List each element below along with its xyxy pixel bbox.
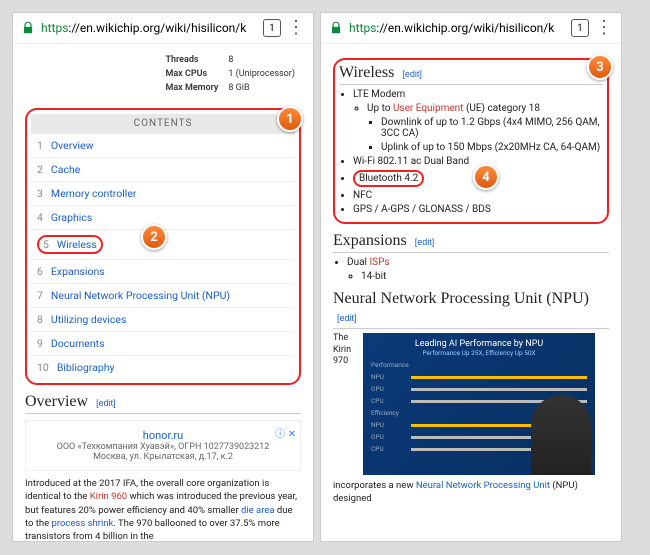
toc-item-overview[interactable]: 1Overview <box>31 133 295 157</box>
toc-header: CONTENTS <box>31 114 295 133</box>
edit-link[interactable]: [edit] <box>96 398 116 408</box>
badge-4: 4 <box>473 164 499 190</box>
infobox: Threads8 Max CPUs1 (Uniprocessor) Max Me… <box>159 52 301 96</box>
toc-item-documents[interactable]: 9Documents <box>31 331 295 355</box>
toc-item-graphics[interactable]: 4Graphics <box>31 205 295 229</box>
ue-link[interactable]: User Equipment <box>393 103 464 114</box>
toc-item-npu[interactable]: 7Neural Network Processing Unit (NPU) <box>31 283 295 307</box>
toc-item-wireless[interactable]: 5Wireless 2 <box>31 229 295 259</box>
wireless-lte: LTE Modem Up to User Equipment (UE) cate… <box>353 89 603 153</box>
die-link[interactable]: die area <box>241 505 275 516</box>
badge-3: 3 <box>587 54 613 80</box>
wireless-nfc: NFC <box>353 190 603 201</box>
isp-link[interactable]: ISPs <box>369 257 389 268</box>
section-overview: Overview [edit] <box>25 393 301 414</box>
lock-icon <box>21 21 35 35</box>
wireless-list: LTE Modem Up to User Equipment (UE) cate… <box>353 89 603 215</box>
phone-left: https://en.wikichip.org/wiki/hisilicon/k… <box>12 12 314 542</box>
address-bar[interactable]: https://en.wikichip.org/wiki/hisilicon/k… <box>321 13 621 44</box>
url-text: https://en.wikichip.org/wiki/hisilicon/k <box>349 21 565 35</box>
tab-count[interactable]: 1 <box>571 19 589 37</box>
kirin-link[interactable]: Kirin 960 <box>90 491 127 502</box>
toc-item-biblio[interactable]: 10Bibliography <box>31 355 295 379</box>
npu-intro: TheKirin970 <box>333 333 351 475</box>
phone-right: https://en.wikichip.org/wiki/hisilicon/k… <box>320 12 622 542</box>
section-npu: Neural Network Processing Unit (NPU) [ed… <box>333 290 609 329</box>
npu-slide[interactable]: Leading AI Performance by NPU Performanc… <box>363 333 595 475</box>
wireless-gps: GPS / A-GPS / GLONASS / BDS <box>353 204 603 215</box>
wireless-bt: Bluetooth 4.2 4 <box>353 170 603 187</box>
tab-count[interactable]: 1 <box>263 19 281 37</box>
url-text: https://en.wikichip.org/wiki/hisilicon/k <box>41 21 257 35</box>
npu-link[interactable]: Neural Network Processing Unit <box>416 480 550 491</box>
toc-item-devices[interactable]: 8Utilizing devices <box>31 307 295 331</box>
adchoices-icon[interactable]: ⓘ ✕ <box>275 425 296 440</box>
edit-link[interactable]: [edit] <box>402 69 422 79</box>
section-wireless: Wireless [edit] <box>339 64 603 85</box>
npu-paragraph: incorporates a new Neural Network Proces… <box>333 479 609 506</box>
toc-item-expansions[interactable]: 6Expansions <box>31 259 295 283</box>
lock-icon <box>329 21 343 35</box>
highlight-wireless: 3 Wireless [edit] LTE Modem Up to User E… <box>333 58 609 224</box>
toc-item-memory[interactable]: 3Memory controller <box>31 181 295 205</box>
edit-link[interactable]: [edit] <box>337 313 357 323</box>
edit-link[interactable]: [edit] <box>415 237 435 247</box>
shrink-link[interactable]: process shrink <box>52 518 114 529</box>
page-content-left: Threads8 Max CPUs1 (Uniprocessor) Max Me… <box>13 44 313 541</box>
highlight-toc: 1 CONTENTS 1Overview 2Cache 3Memory cont… <box>25 108 301 385</box>
address-bar[interactable]: https://en.wikichip.org/wiki/hisilicon/k… <box>13 13 313 44</box>
presenter-figure <box>531 395 591 475</box>
overview-paragraph: Introduced at the 2017 IFA, the overall … <box>25 477 301 541</box>
toc-item-cache[interactable]: 2Cache <box>31 157 295 181</box>
ad-block[interactable]: ⓘ ✕ honor.ru ООО «Техкомпания Хуавэй», О… <box>25 420 301 471</box>
wireless-uplink: Uplink of up to 150 Mbps (2x20MHz CA, 64… <box>381 142 603 153</box>
wireless-ue: Up to User Equipment (UE) category 18 Do… <box>367 103 603 153</box>
wireless-downlink: Downlink of up to 1.2 Gbps (4x4 MIMO, 25… <box>381 117 603 139</box>
badge-1: 1 <box>277 106 303 132</box>
expansions-list: Dual ISPs 14-bit <box>347 257 609 282</box>
section-expansions: Expansions [edit] <box>333 232 609 253</box>
badge-2: 2 <box>141 224 167 250</box>
page-content-right: 3 Wireless [edit] LTE Modem Up to User E… <box>321 44 621 541</box>
